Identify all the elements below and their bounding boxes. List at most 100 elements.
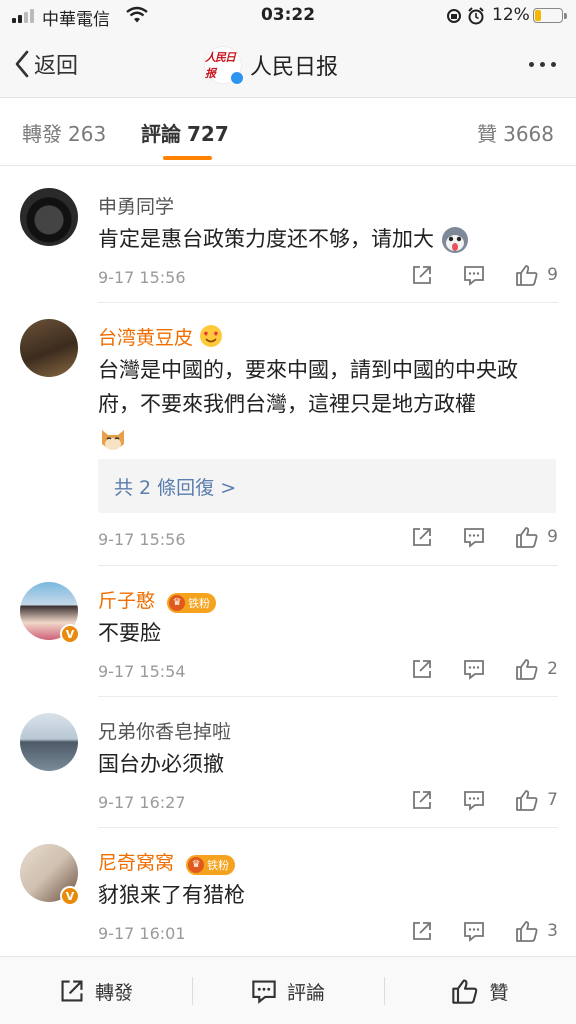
thumbs-up-icon	[516, 527, 538, 548]
chevron-left-icon	[15, 50, 29, 78]
like-count: 9	[547, 527, 558, 547]
back-button[interactable]: 返回	[14, 48, 78, 80]
share-button[interactable]	[411, 789, 433, 811]
more-dot-icon	[551, 62, 556, 67]
comment-actions: 3	[411, 920, 558, 942]
tab-like-label: 贊	[477, 122, 498, 146]
repost-label: 轉發	[94, 981, 133, 1004]
comment-bubble-icon	[464, 791, 485, 811]
comment-text-content: 肯定是惠台政策力度还不够，请加大	[98, 227, 434, 251]
like-button[interactable]: 9	[515, 526, 558, 548]
comment-username-text: 斤子憨	[98, 590, 156, 612]
thumbs-up-icon	[516, 790, 538, 811]
more-dot-icon	[529, 62, 534, 67]
comment-actions: 9	[411, 264, 558, 286]
reply-button[interactable]	[463, 789, 485, 811]
heart-eyes-emoji-icon	[200, 325, 223, 347]
comment-text-content: 国台办必须撤	[98, 752, 224, 776]
like-post-button[interactable]: 贊	[384, 957, 576, 1024]
fan-badge: ♛ 铁粉	[186, 854, 236, 875]
comment-text-content: 不要脸	[98, 621, 161, 645]
like-button[interactable]: 7	[515, 789, 558, 811]
comment-username[interactable]: 申勇同学	[98, 192, 174, 219]
like-label: 贊	[489, 981, 509, 1004]
avatar[interactable]	[20, 319, 78, 377]
comment-username-text: 台湾黄豆皮	[98, 327, 194, 349]
comment-username-text: 尼奇窝窝	[98, 852, 175, 874]
tab-like[interactable]: 贊 3668	[477, 118, 554, 147]
tab-bar: 轉發 263 評論 727 贊 3668	[0, 98, 576, 166]
comment-username[interactable]: 尼奇窝窝 ♛ 铁粉	[98, 848, 236, 875]
crown-icon: ♛	[169, 594, 186, 611]
status-bar: 中華電信 03:22 12%	[0, 0, 576, 32]
vip-badge-icon: V	[60, 624, 80, 644]
comment-text: 豺狼来了有猎枪	[98, 878, 558, 912]
like-button[interactable]: 2	[515, 658, 558, 680]
share-icon	[413, 791, 432, 809]
tab-comment[interactable]: 評論 727	[141, 118, 229, 147]
share-icon	[61, 980, 83, 1002]
thumbs-up-icon	[516, 659, 538, 680]
comment-timestamp: 9-17 15:56	[98, 530, 186, 549]
account-header[interactable]: 人民日报 人民日报	[204, 46, 339, 85]
like-button[interactable]: 3	[515, 920, 558, 942]
cat-emoji-icon	[102, 430, 124, 450]
comment-username[interactable]: 台湾黄豆皮	[98, 323, 223, 350]
more-dot-icon	[540, 62, 545, 67]
tab-repost[interactable]: 轉發 263	[22, 118, 106, 147]
share-icon	[413, 528, 432, 546]
share-icon	[413, 266, 432, 284]
comment-text-content: 台灣是中國的，要來中國，請到中國的中央政府，不要來我們台灣，這裡只是地方政權	[98, 358, 518, 416]
comment-username[interactable]: 兄弟你香皂掉啦	[98, 717, 231, 744]
reply-button[interactable]	[463, 920, 485, 942]
comment-actions: 2	[411, 658, 558, 680]
battery-percentage: 12%	[492, 5, 530, 25]
tab-comment-label: 評論	[141, 122, 181, 146]
reply-button[interactable]	[463, 658, 485, 680]
avatar[interactable]	[20, 713, 78, 771]
back-label: 返回	[34, 54, 79, 79]
reply-button[interactable]	[463, 526, 485, 548]
repost-button[interactable]: 轉發	[0, 957, 192, 1024]
comment-text: 台灣是中國的，要來中國，請到中國的中央政府，不要來我們台灣，這裡只是地方政權	[98, 353, 558, 455]
tab-repost-count: 263	[68, 122, 107, 146]
rotation-lock-icon	[447, 9, 461, 23]
alarm-icon	[468, 7, 484, 25]
like-count: 9	[547, 265, 558, 285]
thumbs-up-icon	[516, 265, 538, 286]
more-options-button[interactable]	[529, 62, 556, 67]
share-button[interactable]	[411, 920, 433, 942]
comment-actions: 9	[411, 526, 558, 548]
active-tab-indicator	[163, 156, 212, 160]
share-button[interactable]	[411, 526, 433, 548]
comment-label: 評論	[286, 981, 325, 1004]
comment-text: 国台办必须撤	[98, 747, 558, 781]
reply-button[interactable]	[463, 264, 485, 286]
comment-actions: 7	[411, 789, 558, 811]
comment-button[interactable]: 評論	[192, 957, 384, 1024]
battery-nub	[564, 13, 567, 19]
thumbs-up-icon	[516, 921, 538, 942]
share-icon	[413, 660, 432, 678]
share-button[interactable]	[411, 264, 433, 286]
verified-badge-icon	[230, 71, 244, 85]
fan-badge-label: 铁粉	[188, 596, 211, 610]
replies-expand-button[interactable]: 共 2 條回復 >	[98, 459, 556, 513]
comment-timestamp: 9-17 15:56	[98, 268, 186, 287]
share-button[interactable]	[411, 658, 433, 680]
comment-bubble-icon	[464, 922, 485, 942]
comment-bubble-icon	[464, 660, 485, 680]
tab-like-count: 3668	[503, 122, 554, 146]
vip-badge-icon: V	[60, 886, 80, 906]
like-count: 2	[547, 659, 558, 679]
thumbs-up-icon	[452, 979, 478, 1004]
account-name: 人民日报	[250, 55, 339, 80]
comment-username[interactable]: 斤子憨 ♛ 铁粉	[98, 586, 217, 613]
divider	[98, 302, 558, 303]
avatar[interactable]	[20, 188, 78, 246]
like-button[interactable]: 9	[515, 264, 558, 286]
clock-time: 03:22	[260, 5, 316, 25]
share-icon	[413, 922, 432, 940]
comment-bubble-icon	[252, 980, 276, 1004]
bottom-action-bar: 轉發 評論 贊	[0, 956, 576, 1024]
